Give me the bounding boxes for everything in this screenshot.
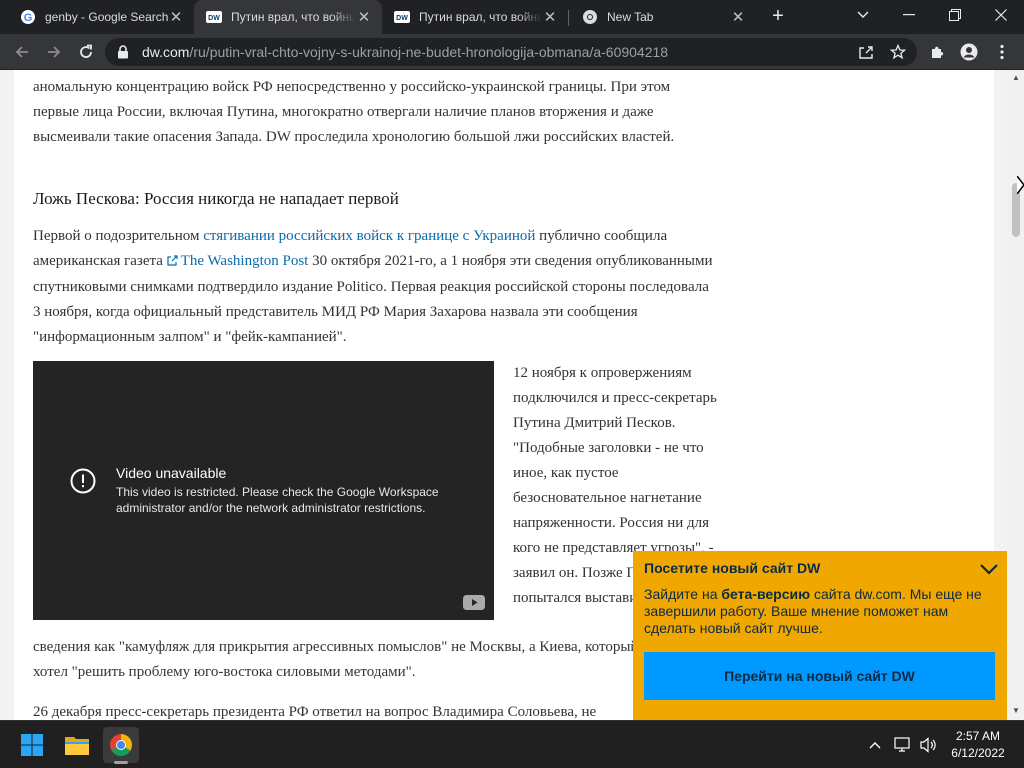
close-tab-icon[interactable]: ✕ [356, 8, 372, 26]
new-site-banner: Посетите новый сайт DW Зайдите на бета-в… [633, 551, 1007, 720]
svg-text:G: G [24, 12, 33, 24]
svg-text:DW: DW [208, 15, 220, 22]
tab-title: Путин врал, что войны с Украиной не буде… [231, 10, 356, 24]
banner-text: Зайдите на бета-версию сайта dw.com. Мы … [644, 586, 996, 637]
file-explorer-icon[interactable] [59, 727, 95, 763]
article-paragraph: аномальную концентрацию войск РФ непосре… [33, 79, 675, 145]
article-paragraph: 26 декабря пресс-секретарь президента РФ… [33, 704, 597, 720]
url-host: dw.com [142, 44, 190, 60]
bookmark-star-icon[interactable] [889, 43, 907, 61]
chrome-icon [582, 9, 598, 25]
url-text[interactable]: dw.com/ru/putin-vral-chto-vojny-s-ukrain… [142, 38, 668, 66]
chevron-up-icon[interactable] [865, 735, 885, 755]
troops-buildup-link[interactable]: стягивании российских войск к границе с … [203, 228, 535, 244]
article-paragraph: Первой о подозрительном стягивании росси… [33, 224, 713, 350]
banner-title: Посетите новый сайт DW [644, 560, 821, 576]
video-player[interactable]: Video unavailable This video is restrict… [33, 361, 494, 620]
system-clock[interactable]: 2:57 AM 6/12/2022 [948, 728, 1008, 762]
dw-logo-icon: DW [394, 9, 410, 25]
extensions-puzzle-icon[interactable] [925, 40, 949, 64]
washington-post-link[interactable]: The Washington Post [181, 253, 309, 269]
tab-search-chevron-icon[interactable] [840, 0, 886, 30]
address-bar[interactable]: dw.com/ru/putin-vral-chto-vojny-s-ukrain… [105, 38, 917, 66]
video-error-message: This video is restricted. Please check t… [116, 485, 439, 515]
share-icon[interactable] [857, 43, 875, 61]
tab-google-search[interactable]: G genby - Google Search ✕ [8, 0, 194, 34]
lock-icon[interactable] [117, 45, 129, 64]
tab-dw[interactable]: DW Путин врал, что войны с Украиной не б… [382, 0, 568, 34]
tab-title: genby - Google Search [45, 10, 168, 24]
scroll-up-arrow-icon[interactable]: ▲ [1012, 74, 1020, 82]
tab-strip: G genby - Google Search ✕ DW Путин врал,… [0, 0, 1024, 34]
page-scrollbar[interactable]: ▲ ▼ [1008, 70, 1024, 720]
external-link-icon [167, 250, 181, 275]
video-error-title: Video unavailable [116, 465, 227, 481]
svg-text:DW: DW [396, 15, 408, 22]
reload-icon[interactable] [74, 40, 98, 64]
restore-icon[interactable] [932, 0, 978, 30]
url-path: /ru/putin-vral-chto-vojny-s-ukrainoj-ne-… [189, 44, 669, 60]
menu-kebab-icon[interactable] [990, 40, 1014, 64]
close-window-icon[interactable] [978, 0, 1024, 30]
plus-icon[interactable]: + [767, 5, 789, 27]
article-paragraph: сведения как "камуфляж для прикрытия агр… [33, 639, 681, 680]
network-icon[interactable] [893, 735, 913, 755]
article-subheading: Ложь Пескова: Россия никогда не нападает… [33, 189, 399, 208]
volume-icon[interactable] [918, 735, 938, 755]
beta-version-link[interactable]: бета-версию [721, 586, 810, 602]
profile-avatar-icon[interactable] [957, 40, 981, 64]
tab-dw-active[interactable]: DW Путин врал, что войны с Украиной не б… [194, 0, 382, 34]
forward-arrow-icon[interactable] [42, 40, 66, 64]
active-app-indicator [114, 761, 128, 764]
chevron-down-icon[interactable] [979, 559, 999, 579]
banner-text-part: Зайдите на [644, 586, 722, 602]
close-tab-icon[interactable]: ✕ [542, 8, 558, 26]
browser-toolbar: dw.com/ru/putin-vral-chto-vojny-s-ukrain… [0, 34, 1024, 70]
error-info-icon [70, 468, 96, 494]
tab-separator [568, 10, 569, 26]
tab-new-tab[interactable]: New Tab ✕ [570, 0, 756, 34]
dw-logo-icon: DW [206, 9, 222, 25]
go-to-new-site-button[interactable]: Перейти на новый сайт DW [644, 652, 995, 700]
back-arrow-icon[interactable] [10, 40, 34, 64]
windows-taskbar: 2:57 AM 6/12/2022 [0, 720, 1024, 768]
mouse-cursor-icon [1016, 175, 1024, 195]
minimize-icon[interactable] [886, 0, 932, 30]
chrome-taskbar-icon[interactable] [103, 727, 139, 763]
youtube-logo-icon[interactable] [463, 594, 485, 619]
tab-title: New Tab [607, 10, 654, 24]
google-g-icon: G [20, 9, 36, 25]
close-tab-icon[interactable]: ✕ [730, 8, 746, 26]
paragraph-text: Первой о подозрительном [33, 228, 204, 244]
windows-start-icon[interactable] [14, 727, 50, 763]
close-tab-icon[interactable]: ✕ [168, 8, 184, 26]
tab-title: Путин врал, что войны с Украиной не буде… [419, 10, 542, 24]
scroll-down-arrow-icon[interactable]: ▼ [1012, 707, 1020, 715]
clock-date: 6/12/2022 [951, 746, 1005, 760]
clock-time: 2:57 AM [955, 729, 1001, 743]
